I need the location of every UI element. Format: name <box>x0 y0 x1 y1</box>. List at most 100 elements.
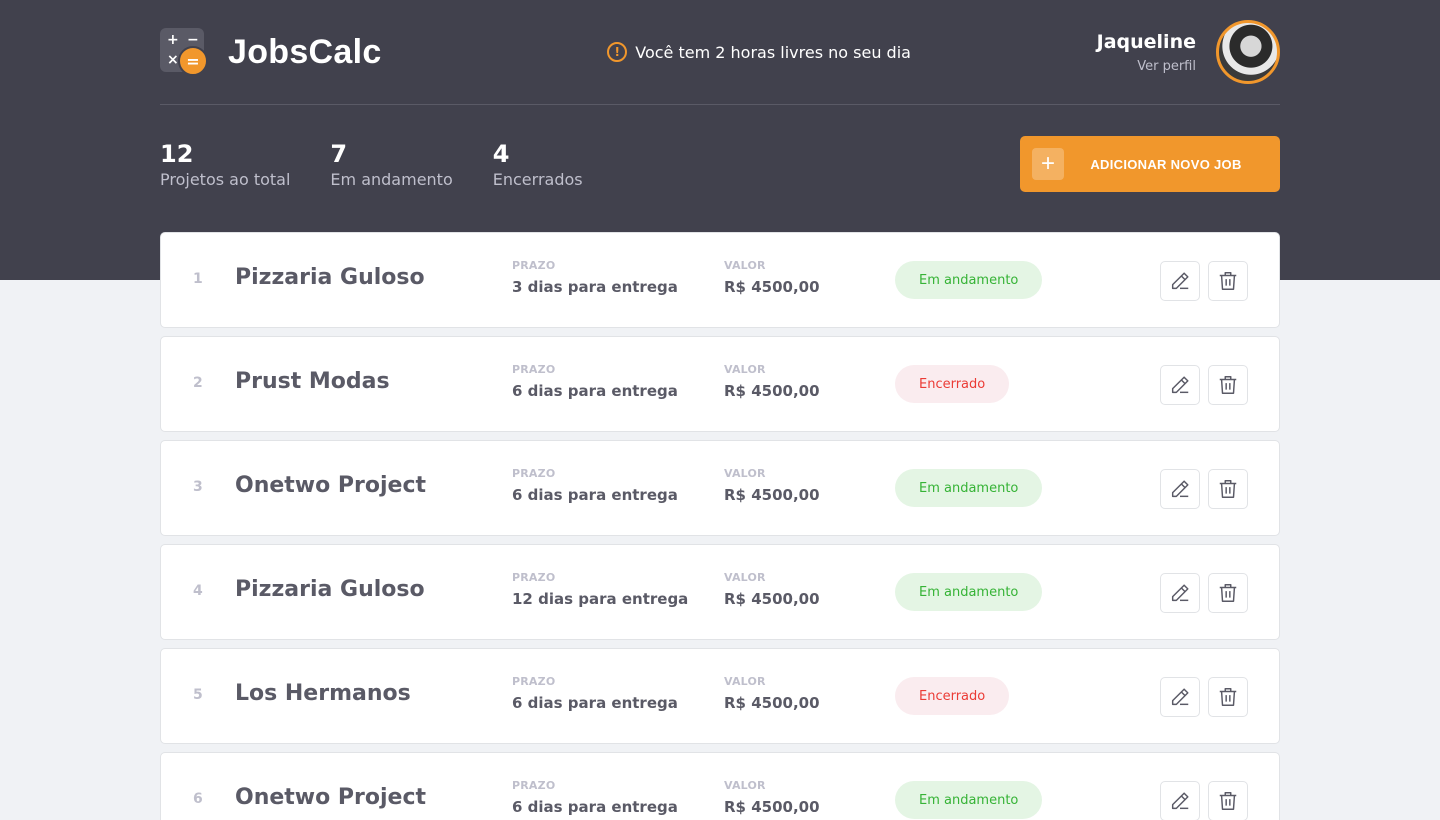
deadline-label: PRAZO <box>512 467 556 480</box>
job-name: Onetwo Project <box>235 473 427 498</box>
deadline-value: 6 dias para entrega <box>512 486 678 504</box>
job-id: 4 <box>193 583 203 599</box>
delete-button[interactable] <box>1208 573 1248 613</box>
job-deadline: PRAZO 6 dias para entrega <box>512 467 678 504</box>
job-value: VALOR R$ 4500,00 <box>724 779 820 816</box>
job-value: VALOR R$ 4500,00 <box>724 363 820 400</box>
plus-icon: + <box>1032 148 1064 180</box>
job-row: 3 Onetwo Project PRAZO 6 dias para entre… <box>160 440 1280 536</box>
delete-button[interactable] <box>1208 781 1248 820</box>
job-value: VALOR R$ 4500,00 <box>724 571 820 608</box>
view-profile-link[interactable]: Ver perfil <box>1097 59 1196 74</box>
value-label: VALOR <box>724 571 766 584</box>
stat-total: 12 Projetos ao total <box>160 140 290 189</box>
value-amount: R$ 4500,00 <box>724 278 820 296</box>
logo-times: × <box>167 52 179 68</box>
edit-pencil-icon <box>1171 792 1189 810</box>
status-badge: Em andamento <box>895 573 1043 611</box>
job-deadline: PRAZO 3 dias para entrega <box>512 259 678 296</box>
job-actions <box>1160 573 1248 613</box>
stat-label: Projetos ao total <box>160 169 291 189</box>
trash-icon <box>1219 688 1237 706</box>
delete-button[interactable] <box>1208 365 1248 405</box>
trash-icon <box>1219 272 1237 290</box>
stat-label: Encerrados <box>492 169 583 189</box>
edit-button[interactable] <box>1160 261 1200 301</box>
deadline-label: PRAZO <box>512 571 556 584</box>
value-label: VALOR <box>724 363 766 376</box>
deadline-label: PRAZO <box>512 779 556 792</box>
notice-text: Você tem 2 horas livres no seu dia <box>635 42 911 62</box>
job-row: 2 Prust Modas PRAZO 6 dias para entrega … <box>160 336 1280 432</box>
logo-equals: = <box>178 46 208 76</box>
value-amount: R$ 4500,00 <box>724 694 820 712</box>
job-name: Pizzaria Guloso <box>235 577 425 602</box>
delete-button[interactable] <box>1208 261 1248 301</box>
value-amount: R$ 4500,00 <box>724 486 820 504</box>
job-row: 5 Los Hermanos PRAZO 6 dias para entrega… <box>160 648 1280 744</box>
status-badge: Em andamento <box>895 261 1043 299</box>
edit-pencil-icon <box>1171 584 1189 602</box>
status-badge: Em andamento <box>895 781 1043 819</box>
edit-pencil-icon <box>1171 376 1189 394</box>
stat-value: 7 <box>330 139 348 168</box>
delete-button[interactable] <box>1208 469 1248 509</box>
job-id: 1 <box>193 271 203 287</box>
delete-button[interactable] <box>1208 677 1248 717</box>
job-value: VALOR R$ 4500,00 <box>724 467 820 504</box>
stat-closed: 4 Encerrados <box>493 140 583 189</box>
stat-label: Em andamento <box>330 169 453 189</box>
job-actions <box>1160 261 1248 301</box>
edit-button[interactable] <box>1160 469 1200 509</box>
job-actions <box>1160 365 1248 405</box>
job-row: 4 Pizzaria Guloso PRAZO 12 dias para ent… <box>160 544 1280 640</box>
deadline-value: 12 dias para entrega <box>512 590 689 608</box>
job-value: VALOR R$ 4500,00 <box>724 259 820 296</box>
stat-value: 4 <box>492 139 510 168</box>
job-deadline: PRAZO 6 dias para entrega <box>512 363 678 400</box>
edit-button[interactable] <box>1160 365 1200 405</box>
trash-icon <box>1219 376 1237 394</box>
job-name: Los Hermanos <box>235 681 411 706</box>
job-id: 2 <box>193 375 203 391</box>
profile: Jaqueline Ver perfil <box>1097 20 1280 84</box>
job-name: Prust Modas <box>235 369 390 394</box>
status-badge: Em andamento <box>895 469 1043 507</box>
brand[interactable]: + − × = JobsCalc <box>160 28 382 76</box>
add-new-job-label: ADICIONAR NOVO JOB <box>1090 156 1242 172</box>
logo-minus: − <box>187 32 199 48</box>
job-row: 6 Onetwo Project PRAZO 6 dias para entre… <box>160 752 1280 820</box>
deadline-value: 3 dias para entrega <box>512 278 678 296</box>
status-badge: Encerrado <box>895 365 1010 403</box>
alert-circle-icon: ! <box>607 42 628 62</box>
value-label: VALOR <box>724 675 766 688</box>
edit-button[interactable] <box>1160 677 1200 717</box>
trash-icon <box>1219 480 1237 498</box>
stat-value: 12 <box>160 139 194 168</box>
deadline-label: PRAZO <box>512 259 556 272</box>
deadline-value: 6 dias para entrega <box>512 694 678 712</box>
add-new-job-button[interactable]: + ADICIONAR NOVO JOB <box>1020 136 1280 192</box>
trash-icon <box>1219 792 1237 810</box>
top-bar: + − × = JobsCalc ! Você tem 2 horas livr… <box>160 0 1280 105</box>
edit-button[interactable] <box>1160 781 1200 820</box>
edit-button[interactable] <box>1160 573 1200 613</box>
value-label: VALOR <box>724 467 766 480</box>
deadline-label: PRAZO <box>512 675 556 688</box>
avatar[interactable] <box>1215 20 1280 84</box>
job-actions <box>1160 677 1248 717</box>
edit-pencil-icon <box>1171 272 1189 290</box>
value-label: VALOR <box>724 259 766 272</box>
value-label: VALOR <box>724 779 766 792</box>
job-row: 1 Pizzaria Guloso PRAZO 3 dias para entr… <box>160 232 1280 328</box>
job-list: 1 Pizzaria Guloso PRAZO 3 dias para entr… <box>160 232 1280 820</box>
value-amount: R$ 4500,00 <box>724 798 820 816</box>
profile-name: Jaqueline <box>1096 30 1196 53</box>
job-deadline: PRAZO 6 dias para entrega <box>512 675 678 712</box>
job-id: 5 <box>193 687 203 703</box>
status-badge: Encerrado <box>895 677 1010 715</box>
summary: 12 Projetos ao total 7 Em andamento 4 En… <box>160 140 583 189</box>
value-amount: R$ 4500,00 <box>724 382 820 400</box>
job-name: Pizzaria Guloso <box>235 265 425 290</box>
job-deadline: PRAZO 12 dias para entrega <box>512 571 688 608</box>
